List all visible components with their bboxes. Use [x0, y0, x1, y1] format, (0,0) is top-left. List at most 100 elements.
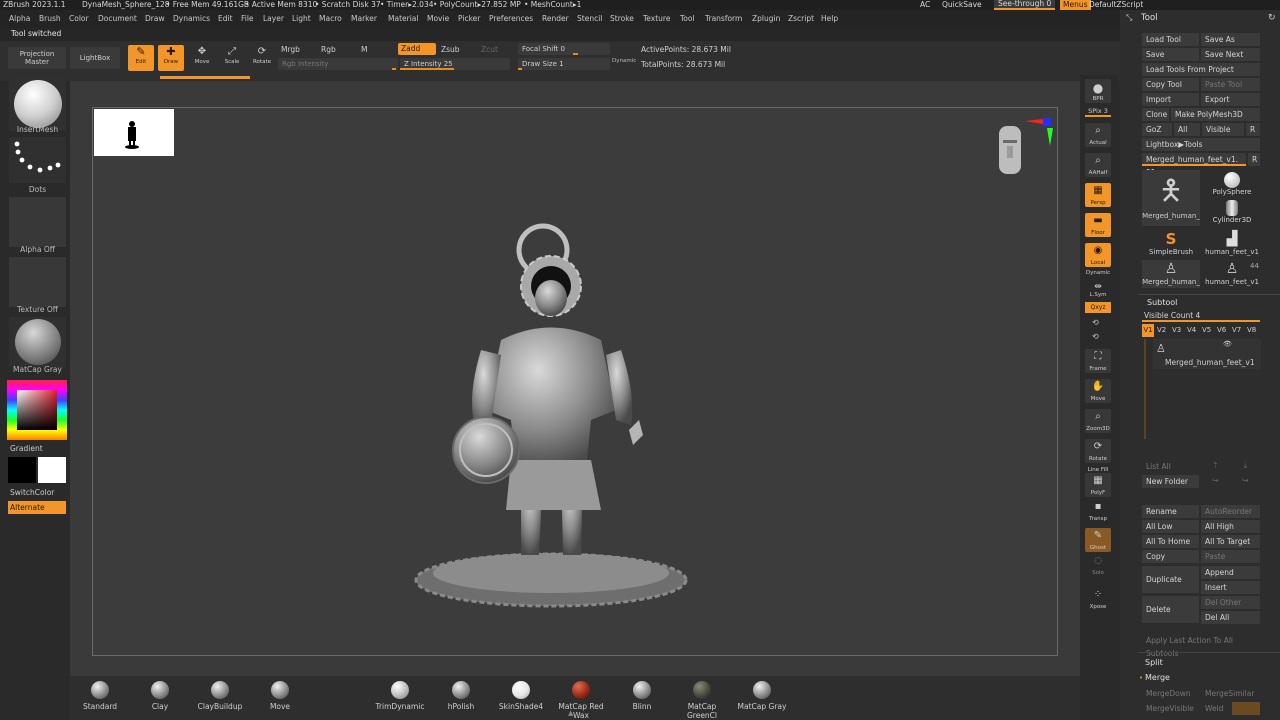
delete-button[interactable]: Delete — [1142, 596, 1199, 623]
menu-marker[interactable]: Marker — [351, 14, 377, 23]
goz-all-button[interactable]: All — [1174, 123, 1200, 136]
move-view-button[interactable]: ✋ Move — [1085, 379, 1111, 403]
menu-layer[interactable]: Layer — [263, 14, 284, 23]
make-polymesh-button[interactable]: Make PolyMesh3D — [1171, 108, 1260, 121]
rotate-view-button[interactable]: ⟳ Rotate — [1085, 439, 1111, 463]
save-as-button[interactable]: Save As — [1201, 33, 1260, 46]
rgb-button[interactable]: Rgb — [321, 45, 336, 54]
zscript-button[interactable]: DefaultZScript — [1089, 0, 1143, 10]
version-v8[interactable]: V8 — [1247, 326, 1256, 334]
load-from-project-button[interactable]: Load Tools From Project — [1142, 63, 1260, 76]
menu-zplugin[interactable]: Zplugin — [752, 14, 780, 23]
save-next-button[interactable]: Save Next — [1201, 48, 1260, 61]
menu-preferences[interactable]: Preferences — [489, 14, 533, 23]
menu-dynamics[interactable]: Dynamics — [173, 14, 210, 23]
tool-thumb-merged-2[interactable]: ♙ Merged_human_ — [1142, 260, 1200, 288]
menu-edit[interactable]: Edit — [218, 14, 233, 23]
menu-stroke[interactable]: Stroke — [610, 14, 634, 23]
move-up-icon[interactable]: ⇡ — [1212, 461, 1219, 470]
brush-clay[interactable]: Clay — [130, 681, 190, 711]
actual-button[interactable]: ⌕ Actual — [1085, 123, 1111, 147]
menu-zscript[interactable]: Zscript — [788, 14, 814, 23]
goz-button[interactable]: GoZ — [1142, 123, 1172, 136]
merge-down-button[interactable]: MergeDown — [1142, 687, 1199, 700]
bpr-button[interactable]: ● BPR — [1085, 79, 1111, 103]
menu-draw[interactable]: Draw — [145, 14, 165, 23]
menu-file[interactable]: File — [241, 14, 254, 23]
subtool-eye-icon[interactable]: 👁 — [1223, 340, 1232, 348]
palette-refresh-icon[interactable]: ↻ — [1268, 13, 1276, 23]
dynamic-toggle[interactable]: Dynamic — [612, 58, 636, 64]
save-button[interactable]: Save — [1142, 48, 1199, 61]
menu-tool[interactable]: Tool — [680, 14, 695, 23]
secondary-color-swatch[interactable] — [8, 457, 36, 483]
focal-shift-slider[interactable]: Focal Shift 0 — [518, 43, 610, 55]
stroke-thumbnail[interactable] — [9, 137, 66, 183]
folder-arrow-2-icon[interactable]: ↪ — [1242, 476, 1249, 485]
del-all-button[interactable]: Del All — [1201, 611, 1260, 624]
mrgb-button[interactable]: Mrgb — [281, 45, 300, 54]
tool-thumb-merged[interactable]: 🯅 Merged_human_ — [1142, 170, 1200, 226]
material-greenclay[interactable]: MatCap GreenCl — [672, 681, 732, 720]
visible-count-slider[interactable]: Visible Count 4 — [1142, 309, 1260, 322]
color-picker[interactable] — [7, 380, 67, 440]
tool-thumb-polysphere[interactable]: PolySphere — [1204, 170, 1260, 198]
z-intensity-slider[interactable]: Z Intensity 25 — [400, 58, 510, 70]
lightbox-button[interactable]: LightBox — [70, 47, 120, 69]
duplicate-button[interactable]: Duplicate — [1142, 566, 1199, 593]
texture-thumbnail[interactable] — [9, 257, 66, 307]
canvas-viewport[interactable] — [92, 107, 1058, 656]
rgb-intensity-slider[interactable]: Rgb Intensity — [278, 58, 398, 70]
draw-size-slider[interactable]: Draw Size 1 — [518, 58, 610, 70]
local-button[interactable]: ◉ Local — [1085, 243, 1111, 267]
split-header[interactable]: Split — [1145, 658, 1163, 667]
brush-trimdynamic[interactable]: TrimDynamic — [370, 681, 430, 711]
ghost-button[interactable]: ✎ Ghost — [1085, 528, 1111, 552]
brush-thumbnail[interactable] — [9, 77, 66, 131]
copy-subtool-button[interactable]: Copy — [1142, 550, 1199, 563]
zcut-button[interactable]: Zcut — [481, 45, 498, 54]
folder-arrow-icon[interactable]: ↪ — [1212, 476, 1219, 485]
version-v3[interactable]: V3 — [1172, 326, 1181, 334]
merge-visible-button[interactable]: MergeVisible — [1142, 702, 1199, 715]
spix-slider[interactable]: SPix 3 — [1085, 107, 1111, 117]
brush-hpolish[interactable]: hPolish — [431, 681, 491, 711]
list-all-button[interactable]: List All — [1142, 460, 1199, 473]
quicksave-button[interactable]: QuickSave — [942, 0, 982, 10]
material-redwax[interactable]: MatCap Red Wax — [551, 681, 611, 720]
aahalf-button[interactable]: ⌕ AAHalf — [1085, 153, 1111, 177]
append-button[interactable]: Append — [1201, 566, 1260, 579]
persp-button[interactable]: ▦ Persp — [1085, 183, 1111, 207]
xpose-button[interactable]: ⁘ Xpose — [1085, 587, 1111, 611]
material-skinshade4[interactable]: SkinShade4 — [491, 681, 551, 711]
tool-thumb-cylinder[interactable]: Cylinder3D — [1204, 200, 1260, 226]
weld-toggle[interactable] — [1232, 702, 1260, 715]
insert-button[interactable]: Insert — [1201, 581, 1260, 594]
brush-claybuildup[interactable]: ClayBuildup — [190, 681, 250, 711]
alternate-button[interactable]: Alternate — [8, 501, 66, 514]
copy-tool-button[interactable]: Copy Tool — [1142, 78, 1199, 91]
menu-document[interactable]: Document — [98, 14, 137, 23]
goz-visible-button[interactable]: Visible — [1202, 123, 1244, 136]
primary-color-swatch[interactable] — [38, 457, 66, 483]
load-tool-button[interactable]: Load Tool — [1142, 33, 1199, 46]
brush-move[interactable]: Move — [250, 681, 310, 711]
rotate-button[interactable]: ⟳ Rotate — [250, 45, 274, 71]
zadd-button[interactable]: Zadd — [398, 43, 436, 55]
menu-render[interactable]: Render — [542, 14, 569, 23]
m-button[interactable]: M — [361, 45, 367, 54]
view-gizmo[interactable] — [993, 118, 1053, 188]
tool-r-button[interactable]: R — [1248, 153, 1260, 166]
alpha-thumbnail[interactable] — [9, 197, 66, 247]
color-square[interactable] — [17, 390, 57, 430]
frame-button[interactable]: ⛶ Frame — [1085, 349, 1111, 373]
del-other-button[interactable]: Del Other — [1201, 596, 1260, 609]
move-down-icon[interactable]: ⇣ — [1242, 461, 1249, 470]
lsym-button[interactable]: ⇹ L.Sym — [1085, 282, 1111, 298]
menu-color[interactable]: Color — [69, 14, 89, 23]
polyf-button[interactable]: ▦ PolyF — [1085, 473, 1111, 497]
material-matcapgray[interactable]: MatCap Gray — [732, 681, 792, 711]
edit-button[interactable]: ✎ Edit — [128, 45, 154, 71]
tool-thumb-feet-1[interactable]: ▟ human_feet_v1 — [1204, 230, 1260, 258]
menu-macro[interactable]: Macro — [319, 14, 342, 23]
